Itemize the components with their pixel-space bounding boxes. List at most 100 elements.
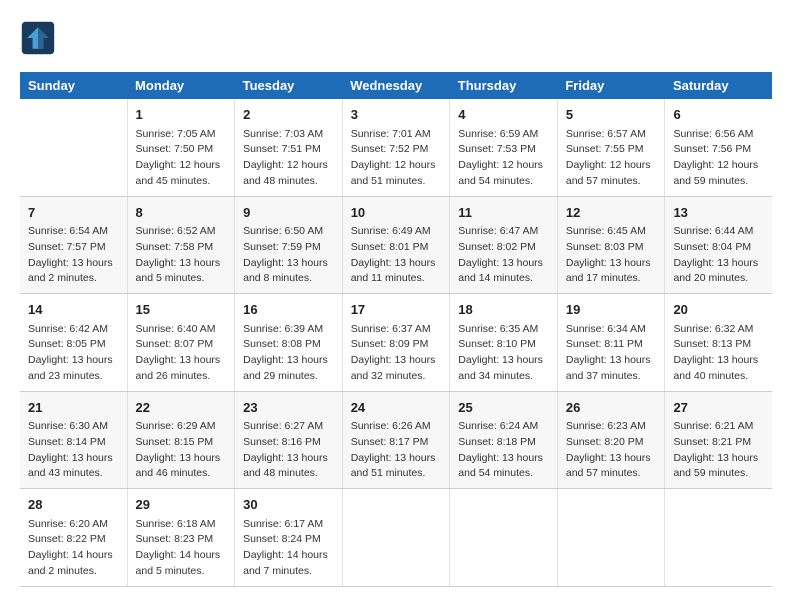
day-detail: Sunrise: 6:50 AMSunset: 7:59 PMDaylight:… <box>243 224 334 287</box>
day-detail: Sunrise: 6:44 AMSunset: 8:04 PMDaylight:… <box>673 224 764 287</box>
day-number: 1 <box>136 105 227 125</box>
day-cell: 24Sunrise: 6:26 AMSunset: 8:17 PMDayligh… <box>342 391 450 489</box>
day-number: 23 <box>243 398 334 418</box>
day-number: 3 <box>351 105 442 125</box>
day-detail: Sunrise: 6:54 AMSunset: 7:57 PMDaylight:… <box>28 224 119 287</box>
week-row-4: 21Sunrise: 6:30 AMSunset: 8:14 PMDayligh… <box>20 391 772 489</box>
day-cell: 11Sunrise: 6:47 AMSunset: 8:02 PMDayligh… <box>450 196 558 294</box>
day-number: 29 <box>136 495 227 515</box>
day-cell: 6Sunrise: 6:56 AMSunset: 7:56 PMDaylight… <box>665 99 772 196</box>
day-number: 5 <box>566 105 657 125</box>
day-number: 12 <box>566 203 657 223</box>
week-row-3: 14Sunrise: 6:42 AMSunset: 8:05 PMDayligh… <box>20 294 772 392</box>
day-number: 15 <box>136 300 227 320</box>
day-detail: Sunrise: 7:03 AMSunset: 7:51 PMDaylight:… <box>243 127 334 190</box>
day-number: 30 <box>243 495 334 515</box>
day-cell: 17Sunrise: 6:37 AMSunset: 8:09 PMDayligh… <box>342 294 450 392</box>
day-number: 4 <box>458 105 549 125</box>
day-cell: 18Sunrise: 6:35 AMSunset: 8:10 PMDayligh… <box>450 294 558 392</box>
day-cell: 27Sunrise: 6:21 AMSunset: 8:21 PMDayligh… <box>665 391 772 489</box>
day-detail: Sunrise: 6:23 AMSunset: 8:20 PMDaylight:… <box>566 419 657 482</box>
day-cell: 28Sunrise: 6:20 AMSunset: 8:22 PMDayligh… <box>20 489 127 587</box>
day-cell: 20Sunrise: 6:32 AMSunset: 8:13 PMDayligh… <box>665 294 772 392</box>
day-detail: Sunrise: 6:30 AMSunset: 8:14 PMDaylight:… <box>28 419 119 482</box>
column-header-saturday: Saturday <box>665 72 772 99</box>
week-row-2: 7Sunrise: 6:54 AMSunset: 7:57 PMDaylight… <box>20 196 772 294</box>
day-detail: Sunrise: 7:01 AMSunset: 7:52 PMDaylight:… <box>351 127 442 190</box>
day-number: 18 <box>458 300 549 320</box>
day-cell: 1Sunrise: 7:05 AMSunset: 7:50 PMDaylight… <box>127 99 235 196</box>
day-cell <box>557 489 665 587</box>
logo-icon <box>20 20 56 56</box>
day-number: 17 <box>351 300 442 320</box>
day-detail: Sunrise: 6:59 AMSunset: 7:53 PMDaylight:… <box>458 127 549 190</box>
calendar-header-row: SundayMondayTuesdayWednesdayThursdayFrid… <box>20 72 772 99</box>
day-detail: Sunrise: 6:52 AMSunset: 7:58 PMDaylight:… <box>136 224 227 287</box>
day-number: 25 <box>458 398 549 418</box>
day-detail: Sunrise: 6:27 AMSunset: 8:16 PMDaylight:… <box>243 419 334 482</box>
day-detail: Sunrise: 6:21 AMSunset: 8:21 PMDaylight:… <box>673 419 764 482</box>
column-header-sunday: Sunday <box>20 72 127 99</box>
day-detail: Sunrise: 7:05 AMSunset: 7:50 PMDaylight:… <box>136 127 227 190</box>
day-detail: Sunrise: 6:47 AMSunset: 8:02 PMDaylight:… <box>458 224 549 287</box>
day-cell: 15Sunrise: 6:40 AMSunset: 8:07 PMDayligh… <box>127 294 235 392</box>
day-cell: 14Sunrise: 6:42 AMSunset: 8:05 PMDayligh… <box>20 294 127 392</box>
day-cell: 13Sunrise: 6:44 AMSunset: 8:04 PMDayligh… <box>665 196 772 294</box>
day-cell: 4Sunrise: 6:59 AMSunset: 7:53 PMDaylight… <box>450 99 558 196</box>
day-detail: Sunrise: 6:49 AMSunset: 8:01 PMDaylight:… <box>351 224 442 287</box>
day-detail: Sunrise: 6:29 AMSunset: 8:15 PMDaylight:… <box>136 419 227 482</box>
day-number: 28 <box>28 495 119 515</box>
day-detail: Sunrise: 6:35 AMSunset: 8:10 PMDaylight:… <box>458 322 549 385</box>
day-number: 20 <box>673 300 764 320</box>
day-detail: Sunrise: 6:34 AMSunset: 8:11 PMDaylight:… <box>566 322 657 385</box>
day-number: 13 <box>673 203 764 223</box>
day-number: 9 <box>243 203 334 223</box>
day-number: 7 <box>28 203 119 223</box>
day-number: 14 <box>28 300 119 320</box>
day-number: 6 <box>673 105 764 125</box>
day-number: 27 <box>673 398 764 418</box>
day-number: 19 <box>566 300 657 320</box>
day-number: 26 <box>566 398 657 418</box>
day-cell <box>665 489 772 587</box>
day-cell: 10Sunrise: 6:49 AMSunset: 8:01 PMDayligh… <box>342 196 450 294</box>
logo <box>20 20 60 56</box>
day-detail: Sunrise: 6:37 AMSunset: 8:09 PMDaylight:… <box>351 322 442 385</box>
day-detail: Sunrise: 6:57 AMSunset: 7:55 PMDaylight:… <box>566 127 657 190</box>
day-cell: 12Sunrise: 6:45 AMSunset: 8:03 PMDayligh… <box>557 196 665 294</box>
day-cell <box>450 489 558 587</box>
day-cell <box>342 489 450 587</box>
day-cell: 7Sunrise: 6:54 AMSunset: 7:57 PMDaylight… <box>20 196 127 294</box>
column-header-monday: Monday <box>127 72 235 99</box>
day-detail: Sunrise: 6:32 AMSunset: 8:13 PMDaylight:… <box>673 322 764 385</box>
day-number: 8 <box>136 203 227 223</box>
day-cell: 16Sunrise: 6:39 AMSunset: 8:08 PMDayligh… <box>235 294 343 392</box>
day-detail: Sunrise: 6:26 AMSunset: 8:17 PMDaylight:… <box>351 419 442 482</box>
day-cell: 2Sunrise: 7:03 AMSunset: 7:51 PMDaylight… <box>235 99 343 196</box>
day-cell: 23Sunrise: 6:27 AMSunset: 8:16 PMDayligh… <box>235 391 343 489</box>
day-number: 10 <box>351 203 442 223</box>
day-cell: 3Sunrise: 7:01 AMSunset: 7:52 PMDaylight… <box>342 99 450 196</box>
day-cell: 29Sunrise: 6:18 AMSunset: 8:23 PMDayligh… <box>127 489 235 587</box>
day-number: 21 <box>28 398 119 418</box>
day-cell: 8Sunrise: 6:52 AMSunset: 7:58 PMDaylight… <box>127 196 235 294</box>
day-cell: 30Sunrise: 6:17 AMSunset: 8:24 PMDayligh… <box>235 489 343 587</box>
day-cell: 19Sunrise: 6:34 AMSunset: 8:11 PMDayligh… <box>557 294 665 392</box>
day-cell: 25Sunrise: 6:24 AMSunset: 8:18 PMDayligh… <box>450 391 558 489</box>
day-detail: Sunrise: 6:56 AMSunset: 7:56 PMDaylight:… <box>673 127 764 190</box>
day-detail: Sunrise: 6:20 AMSunset: 8:22 PMDaylight:… <box>28 517 119 580</box>
day-number: 24 <box>351 398 442 418</box>
day-detail: Sunrise: 6:42 AMSunset: 8:05 PMDaylight:… <box>28 322 119 385</box>
column-header-tuesday: Tuesday <box>235 72 343 99</box>
week-row-5: 28Sunrise: 6:20 AMSunset: 8:22 PMDayligh… <box>20 489 772 587</box>
day-detail: Sunrise: 6:24 AMSunset: 8:18 PMDaylight:… <box>458 419 549 482</box>
day-cell: 9Sunrise: 6:50 AMSunset: 7:59 PMDaylight… <box>235 196 343 294</box>
day-detail: Sunrise: 6:40 AMSunset: 8:07 PMDaylight:… <box>136 322 227 385</box>
day-cell: 21Sunrise: 6:30 AMSunset: 8:14 PMDayligh… <box>20 391 127 489</box>
day-number: 11 <box>458 203 549 223</box>
column-header-wednesday: Wednesday <box>342 72 450 99</box>
day-cell: 26Sunrise: 6:23 AMSunset: 8:20 PMDayligh… <box>557 391 665 489</box>
day-number: 16 <box>243 300 334 320</box>
day-number: 2 <box>243 105 334 125</box>
day-cell: 5Sunrise: 6:57 AMSunset: 7:55 PMDaylight… <box>557 99 665 196</box>
